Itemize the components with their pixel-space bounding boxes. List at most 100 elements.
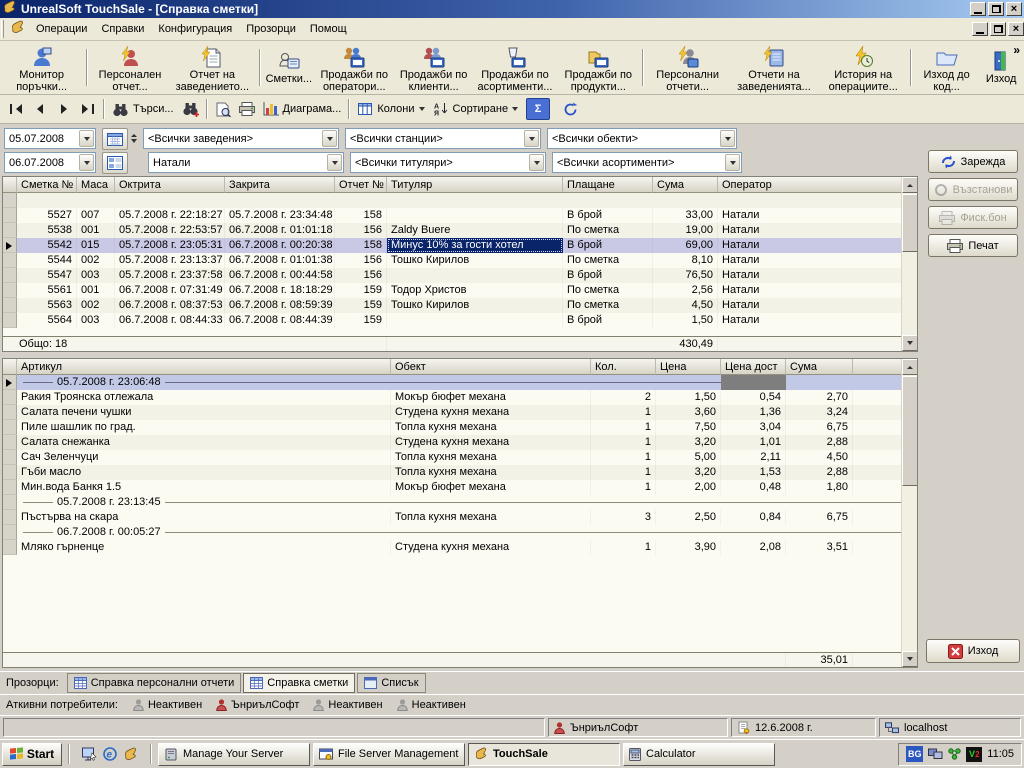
cell[interactable]: 1 [591,480,656,495]
cell[interactable]: 1 [591,435,656,450]
cell[interactable]: Ракия Троянска отлежала [17,390,391,405]
header-report[interactable]: Отчет № [335,177,387,193]
cell[interactable]: 1,01 [721,435,786,450]
dropdown-arrow[interactable] [322,130,337,147]
item-row[interactable]: Пъстърва на скара Топла кухня механа 3 2… [3,510,917,525]
date-from-picker[interactable]: 05.07.2008 [4,128,96,149]
print-bill-button[interactable]: Печат [928,234,1018,257]
item-row[interactable]: Пиле шашлик по град. Топла кухня механа … [3,420,917,435]
item-row[interactable]: Мин.вода Банкя 1.5 Мокър бюфет механа 1 … [3,480,917,495]
stations-combobox[interactable]: <Всички станции> [345,128,541,149]
menu-windows[interactable]: Прозорци [239,20,303,38]
cell[interactable]: 3 [591,510,656,525]
header-holder[interactable]: Титуляр [387,177,563,193]
menu-operations[interactable]: Операции [29,20,94,38]
dropdown-arrow[interactable] [79,130,94,147]
cell[interactable]: 1,80 [786,480,853,495]
header-price[interactable]: Цена [656,359,721,375]
cell[interactable]: 19,00 [653,223,718,238]
header-opened[interactable]: Октрита [115,177,225,193]
cell[interactable]: 2 [591,390,656,405]
cell[interactable]: 002 [77,298,115,313]
cell[interactable]: 5547 [17,268,77,283]
cell[interactable]: 1 [591,540,656,555]
header-bill-number[interactable]: Сметка № [17,177,77,193]
cell[interactable]: Натали [718,223,917,238]
cell[interactable]: 3,20 [656,435,721,450]
dropdown-arrow[interactable] [725,154,740,171]
cell[interactable]: Тошко Кирилов [387,253,563,268]
personal-report-button[interactable]: Персонален отчет... [91,41,168,94]
operations-history-button[interactable]: История на операциите... [820,41,907,94]
cell[interactable]: 2,50 [656,510,721,525]
cell[interactable]: 6,75 [786,510,853,525]
cell[interactable]: 0,84 [721,510,786,525]
cell[interactable]: Zaldy Buere [387,223,563,238]
cell[interactable]: 0,48 [721,480,786,495]
row-selector[interactable] [3,298,17,313]
clock[interactable]: 11:05 [987,748,1014,760]
cell[interactable]: 001 [77,223,115,238]
cell[interactable]: 158 [335,208,387,223]
row-selector[interactable] [3,435,17,450]
cell[interactable]: Гъби масло [17,465,391,480]
cell[interactable] [387,313,563,328]
start-button[interactable]: Start [2,743,62,766]
columns-button[interactable]: Колони [353,98,428,120]
cell[interactable]: 69,00 [653,238,718,253]
cell[interactable]: 8,10 [653,253,718,268]
cell[interactable]: 1 [591,450,656,465]
row-selector[interactable] [3,495,17,510]
cell[interactable]: 156 [335,268,387,283]
scroll-down-button[interactable] [902,651,918,667]
cell[interactable]: 33,00 [653,208,718,223]
cell[interactable]: 76,50 [653,268,718,283]
cell[interactable]: Мляко гърненце [17,540,391,555]
item-row[interactable]: Салата печени чушки Студена кухня механа… [3,405,917,420]
sales-by-assortments-button[interactable]: Продажби по асортименти... [472,41,557,94]
cell[interactable]: 1 [591,405,656,420]
row-selector[interactable] [3,405,17,420]
cell[interactable]: В брой [563,208,653,223]
sales-by-clients-button[interactable]: Продажби по клиенти... [395,41,472,94]
cell[interactable]: 05.7.2008 г. 22:53:57 [115,223,225,238]
first-record-button[interactable] [4,98,28,120]
exit-form-button[interactable]: Изход [926,639,1020,663]
group-label[interactable]: 05.7.2008 г. 23:06:48 [17,375,721,390]
cell[interactable]: 3,51 [786,540,853,555]
date-spinner[interactable] [131,134,137,143]
menu-reports[interactable]: Справки [94,20,151,38]
cell[interactable]: Топла кухня механа [391,465,591,480]
menu-help[interactable]: Помощ [303,20,354,38]
child-minimize-button[interactable] [972,22,988,36]
dropdown-arrow[interactable] [524,130,539,147]
cell[interactable]: Натали [718,238,917,253]
cell[interactable]: 156 [335,223,387,238]
dropdown-arrow[interactable] [327,154,342,171]
bill-row[interactable]: 5538 001 05.7.2008 г. 22:53:57 06.7.2008… [3,223,917,238]
bill-row-empty[interactable] [3,193,917,208]
row-selector[interactable] [3,283,17,298]
tab-personal-reports[interactable]: Справка персонални отчети [67,673,242,693]
row-selector[interactable] [3,268,17,283]
venue-reports-button[interactable]: Отчети на заведенията... [728,41,819,94]
cell[interactable]: 007 [77,208,115,223]
cell[interactable]: 3,04 [721,420,786,435]
cell[interactable]: Натали [718,208,917,223]
scroll-down-button[interactable] [902,335,918,351]
user-item[interactable]: Неактивен [306,699,389,711]
cell[interactable]: 2,00 [656,480,721,495]
cell[interactable]: 001 [77,283,115,298]
user-item[interactable]: Неактивен [390,699,473,711]
cell[interactable]: 1 [591,465,656,480]
dropdown-arrow[interactable] [79,154,94,171]
cell[interactable]: 5564 [17,313,77,328]
cell[interactable]: 1,53 [721,465,786,480]
cell[interactable]: 05.7.2008 г. 23:13:37 [115,253,225,268]
assortments-combobox[interactable]: <Всички асортименти> [552,152,742,173]
scroll-up-button[interactable] [902,177,918,193]
menu-configuration[interactable]: Конфигурация [151,20,239,38]
add-search-button[interactable] [178,98,203,120]
antivirus-icon[interactable]: V2 [966,747,982,762]
sort-button[interactable]: АЯ Сортиране [429,98,523,120]
